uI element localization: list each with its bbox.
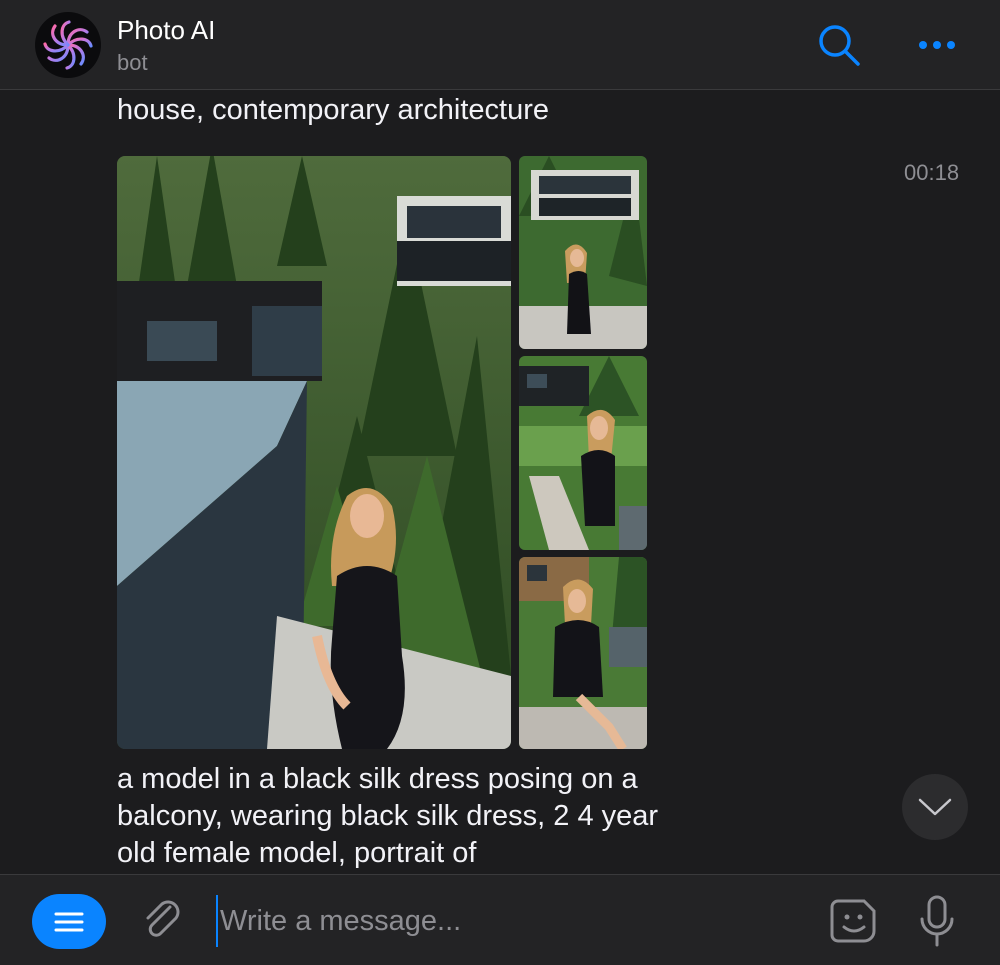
microphone-icon[interactable] [916,893,958,949]
chat-header: Photo AI bot [0,0,1000,90]
message-list[interactable]: house, contemporary architecture 00:18 a… [0,90,1000,874]
chat-subtitle: bot [117,50,148,75]
chevron-down-icon [918,798,952,816]
swirl-logo-icon [43,20,93,70]
bot-menu-button[interactable] [32,894,106,949]
attach-icon[interactable] [138,895,186,945]
more-icon[interactable] [913,30,961,60]
menu-icon [54,912,84,931]
search-icon[interactable] [816,22,862,68]
main-photo[interactable] [117,156,511,749]
bot-avatar[interactable] [35,12,101,78]
thumb-photo-3[interactable] [519,557,647,749]
thumb-photo-1[interactable] [519,156,647,349]
message-text-top: house, contemporary architecture [117,94,549,126]
sticker-icon[interactable] [828,895,880,947]
thumb-photo-2[interactable] [519,356,647,550]
message-timestamp: 00:18 [904,160,960,185]
scroll-down-button[interactable] [902,774,968,840]
chat-title[interactable]: Photo AI [117,15,215,46]
message-input[interactable] [216,895,802,947]
message-text-bottom: a model in a black silk dress posing on … [117,763,659,869]
message-composer [0,874,1000,965]
